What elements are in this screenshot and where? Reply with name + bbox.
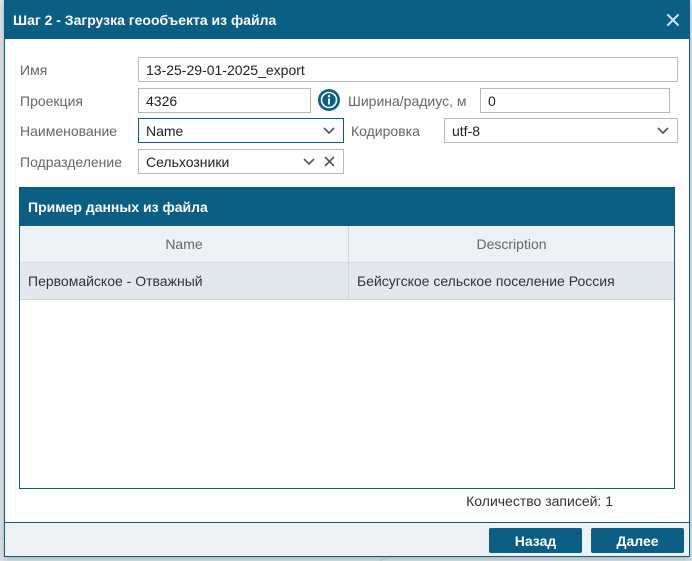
projection-field[interactable]: 4326	[138, 88, 311, 113]
table-row[interactable]: Первомайское - Отважный Бейсугское сельс…	[20, 263, 674, 300]
width-radius-field[interactable]: 0	[480, 88, 670, 113]
column-header-description[interactable]: Description	[349, 226, 674, 262]
table-cell: Бейсугское сельское поселение Россия	[357, 273, 615, 289]
name-field[interactable]: 13-25-29-01-2025_export	[138, 57, 678, 82]
column-header-name[interactable]: Name	[20, 226, 349, 262]
naming-label: Наименование	[20, 123, 118, 139]
name-field-value: 13-25-29-01-2025_export	[146, 61, 305, 78]
info-icon	[320, 91, 338, 109]
upload-geoobject-dialog: Шаг 2 - Загрузка геообъекта из файла Имя…	[4, 0, 690, 557]
naming-select-value: Name	[146, 122, 184, 139]
next-button[interactable]: Далее	[591, 528, 684, 553]
naming-select[interactable]: Name	[138, 118, 344, 143]
division-select[interactable]: Сельхозники	[138, 149, 344, 174]
projection-field-value: 4326	[146, 92, 178, 109]
sample-data-grid: Пример данных из файла Name Description …	[19, 187, 675, 489]
chevron-down-icon[interactable]	[302, 155, 316, 169]
table-cell: Первомайское - Отважный	[20, 263, 349, 299]
record-count: Количество записей: 1	[466, 493, 613, 509]
chevron-down-icon	[656, 124, 670, 138]
encoding-label: Кодировка	[351, 123, 420, 139]
projection-label: Проекция	[20, 93, 83, 109]
width-radius-label: Ширина/радиус, м	[348, 93, 467, 109]
encoding-select[interactable]: utf-8	[444, 118, 678, 143]
dialog-title: Шаг 2 - Загрузка геообъекта из файла	[13, 12, 277, 28]
grid-header: Name Description	[20, 226, 674, 263]
division-select-value: Сельхозники	[146, 153, 230, 170]
name-label: Имя	[20, 62, 48, 78]
dialog-footer: Назад Далее	[5, 522, 689, 556]
close-button[interactable]	[663, 10, 683, 30]
projection-info-button[interactable]	[318, 89, 340, 111]
clear-icon[interactable]	[322, 155, 336, 169]
back-button[interactable]: Назад	[489, 528, 582, 553]
close-icon	[667, 14, 679, 26]
chevron-down-icon	[322, 124, 336, 138]
width-radius-field-value: 0	[488, 92, 496, 109]
division-label: Подразделение	[20, 154, 123, 170]
encoding-select-value: utf-8	[452, 122, 481, 139]
grid-title: Пример данных из файла	[20, 188, 674, 226]
dialog-titlebar: Шаг 2 - Загрузка геообъекта из файла	[5, 1, 689, 39]
